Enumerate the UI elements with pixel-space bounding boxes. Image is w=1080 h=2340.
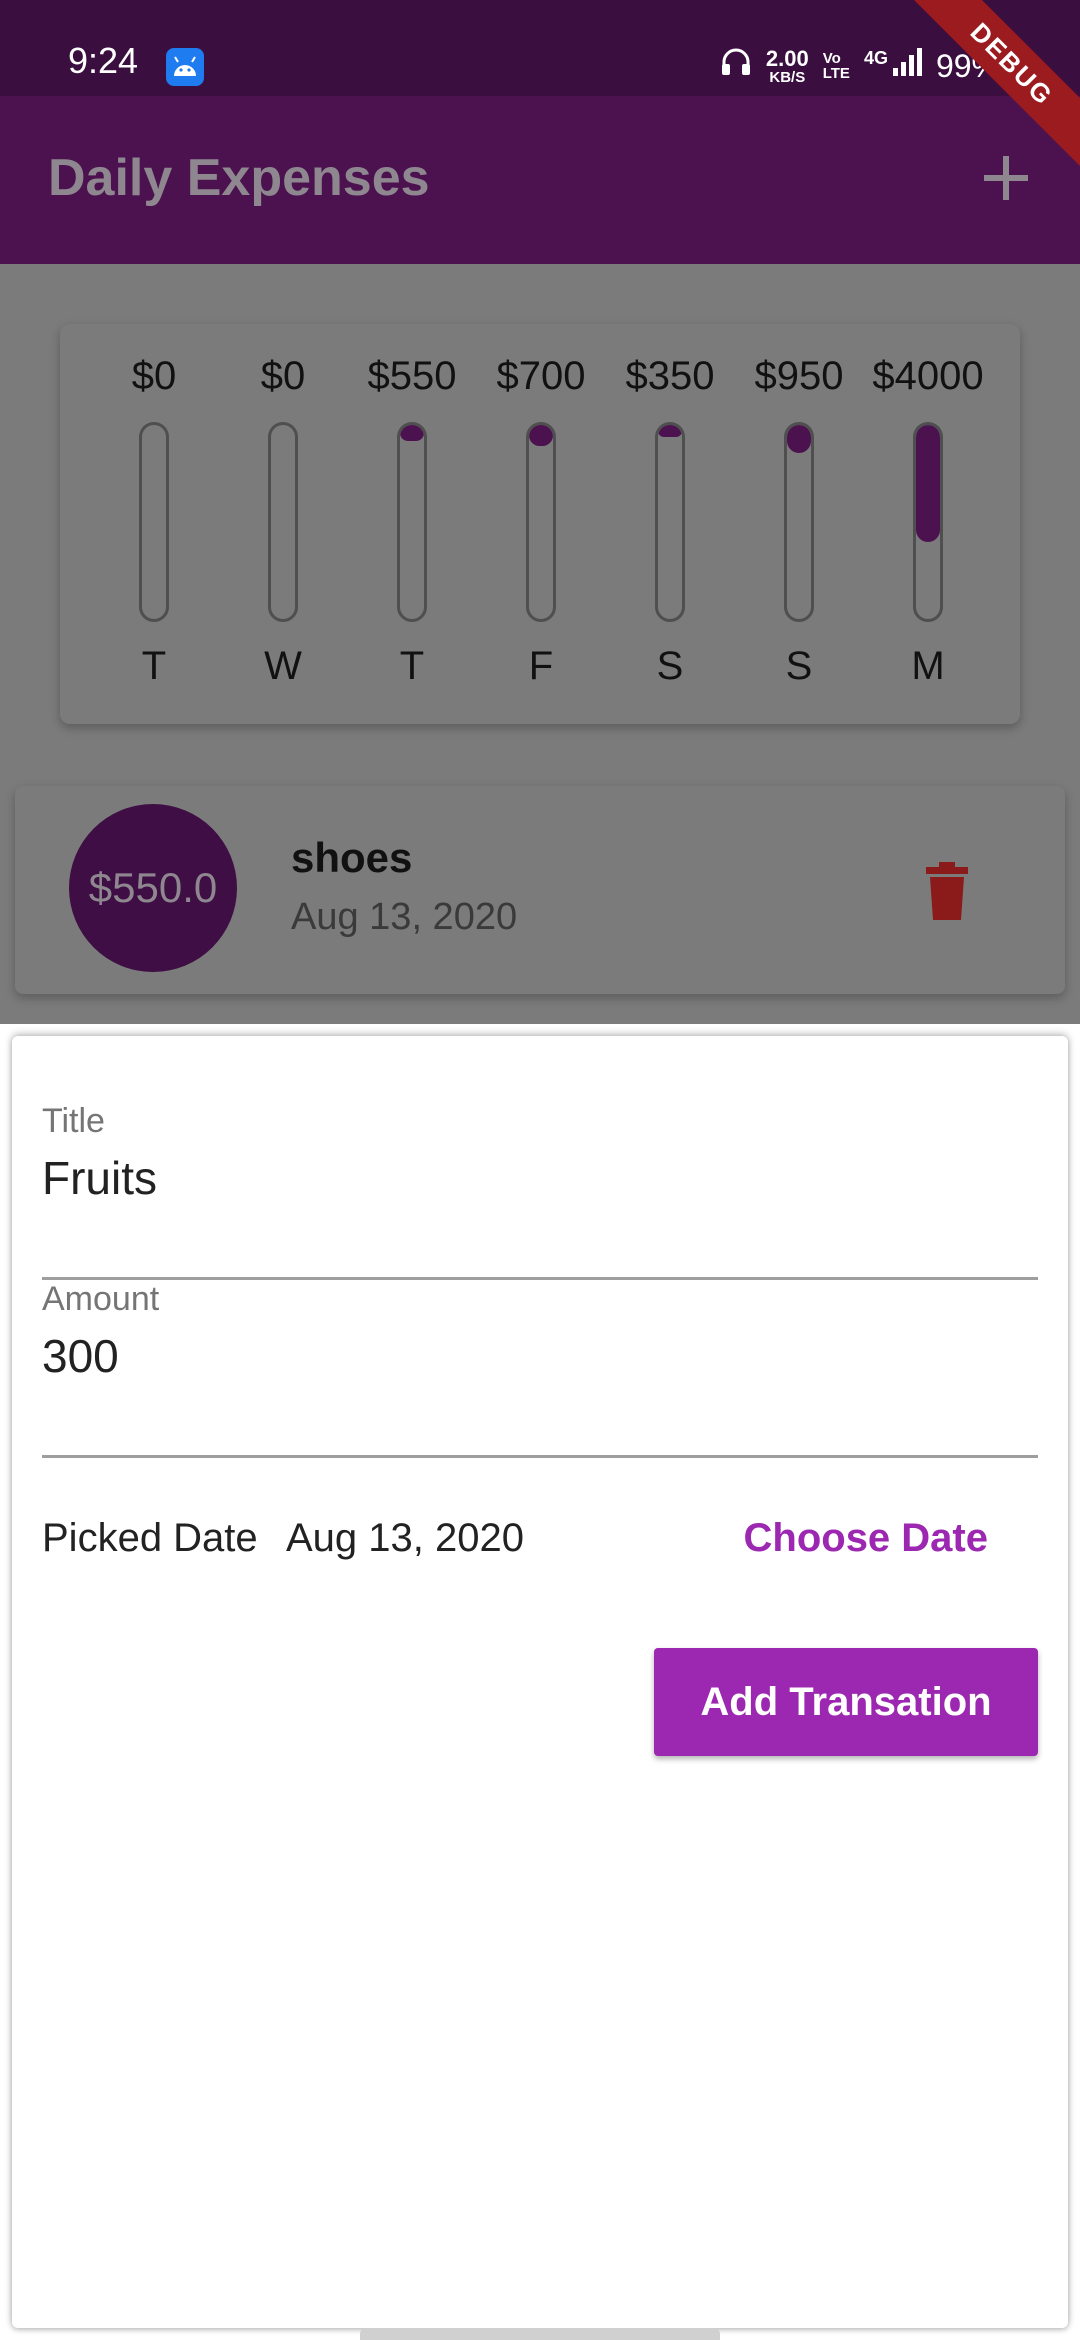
chart-bar-amount: $0 xyxy=(131,354,177,398)
home-indicator[interactable] xyxy=(360,2328,720,2340)
amount-field-label: Amount xyxy=(42,1280,160,1318)
add-transaction-label: Add Transation xyxy=(700,1679,992,1724)
picked-date-label: Picked Date xyxy=(42,1516,258,1560)
chart-bar-day-label: T xyxy=(399,644,425,688)
amount-field-value[interactable]: 300 xyxy=(42,1329,1038,1383)
chart-bar-column: $0 T xyxy=(94,324,214,724)
chart-bar-amount: $550 xyxy=(367,354,457,398)
status-time: 9:24 xyxy=(68,40,139,81)
chart-bar-fill xyxy=(916,425,940,542)
network-speed-unit: KB/S xyxy=(769,68,806,86)
chart-bar-track xyxy=(139,422,169,622)
chart-bar-track xyxy=(268,422,298,622)
add-transaction-sheet: Title Fruits Amount 300 Picked Date Aug … xyxy=(12,1036,1068,2328)
status-bar: 9:24 2.00 KB/S Vo LTE 4G 99% xyxy=(0,0,1080,96)
volte-indicator: Vo LTE xyxy=(823,51,850,81)
chart-bar-day-label: M xyxy=(911,644,945,688)
chart-bar-amount: $950 xyxy=(754,354,844,398)
transaction-amount-avatar: $550.0 xyxy=(69,804,237,972)
chart-bar-fill xyxy=(529,425,553,446)
chart-bar-column: $4000 M xyxy=(868,324,988,724)
transaction-amount: $550.0 xyxy=(88,864,218,911)
chart-bar-amount: $350 xyxy=(625,354,715,398)
picked-date-value: Aug 13, 2020 xyxy=(286,1516,524,1560)
title-field-label: Title xyxy=(42,1102,105,1140)
title-field-value[interactable]: Fruits xyxy=(42,1151,1038,1205)
chart-bar-track xyxy=(526,422,556,622)
volte-bottom: LTE xyxy=(822,65,850,82)
chart-bar-day-label: S xyxy=(785,644,813,688)
chart-bar-track xyxy=(397,422,427,622)
chart-bar-day-label: T xyxy=(141,644,167,688)
chart-bar-day-label: F xyxy=(528,644,554,688)
chart-bar-column: $0 W xyxy=(223,324,343,724)
weekly-chart: $0 T $0 W $550 T $700 F $350 S $950 S $4000 M xyxy=(60,324,1020,724)
transaction-title: shoes xyxy=(291,834,413,881)
chart-bar-fill xyxy=(658,425,682,437)
network-speed-value: 2.00 xyxy=(765,45,809,71)
chart-bar-amount: $0 xyxy=(260,354,306,398)
dimmed-background[interactable]: 9:24 2.00 KB/S Vo LTE 4G 99% DEBUG Daily… xyxy=(0,0,1080,1024)
amount-field-underline xyxy=(42,1455,1038,1458)
transaction-date: Aug 13, 2020 xyxy=(291,896,518,938)
app-title: Daily Expenses xyxy=(48,149,430,207)
trash-icon[interactable] xyxy=(924,862,970,920)
chart-bar-column: $950 S xyxy=(739,324,859,724)
chart-bar-column: $550 T xyxy=(352,324,472,724)
volte-top: Vo xyxy=(822,50,841,67)
chart-bar-column: $350 S xyxy=(610,324,730,724)
chart-bar-column: $700 F xyxy=(481,324,601,724)
app-bar: Daily Expenses xyxy=(0,96,1080,264)
chart-bar-day-label: S xyxy=(656,644,684,688)
choose-date-button[interactable]: Choose Date xyxy=(744,1516,989,1561)
chart-bar-fill xyxy=(787,425,811,453)
chart-bar-amount: $700 xyxy=(496,354,586,398)
date-row: Picked Date Aug 13, 2020 Choose Date xyxy=(42,1516,1038,1576)
chart-bar-day-label: W xyxy=(264,644,302,688)
headset-icon xyxy=(720,47,752,85)
transaction-card[interactable]: $550.0 shoes Aug 13, 2020 xyxy=(15,786,1065,994)
status-icons: 2.00 KB/S Vo LTE 4G 99% xyxy=(720,46,1000,86)
chart-bar-track xyxy=(784,422,814,622)
chart-bar-track xyxy=(655,422,685,622)
chart-bar-fill xyxy=(400,425,424,441)
network-type: 4G xyxy=(863,48,888,68)
add-transaction-button[interactable]: Add Transation xyxy=(654,1648,1038,1756)
chart-bar-track xyxy=(913,422,943,622)
android-notification-icon xyxy=(166,48,204,86)
network-speed: 2.00 KB/S xyxy=(765,45,809,86)
amount-field[interactable]: Amount 300 xyxy=(42,1280,1038,1458)
title-field[interactable]: Title Fruits xyxy=(42,1102,1038,1280)
chart-bar-amount: $4000 xyxy=(872,354,984,398)
signal-icon xyxy=(892,48,922,84)
screen: 9:24 2.00 KB/S Vo LTE 4G 99% DEBUG Daily… xyxy=(0,0,1080,2340)
plus-icon[interactable] xyxy=(976,148,1036,208)
